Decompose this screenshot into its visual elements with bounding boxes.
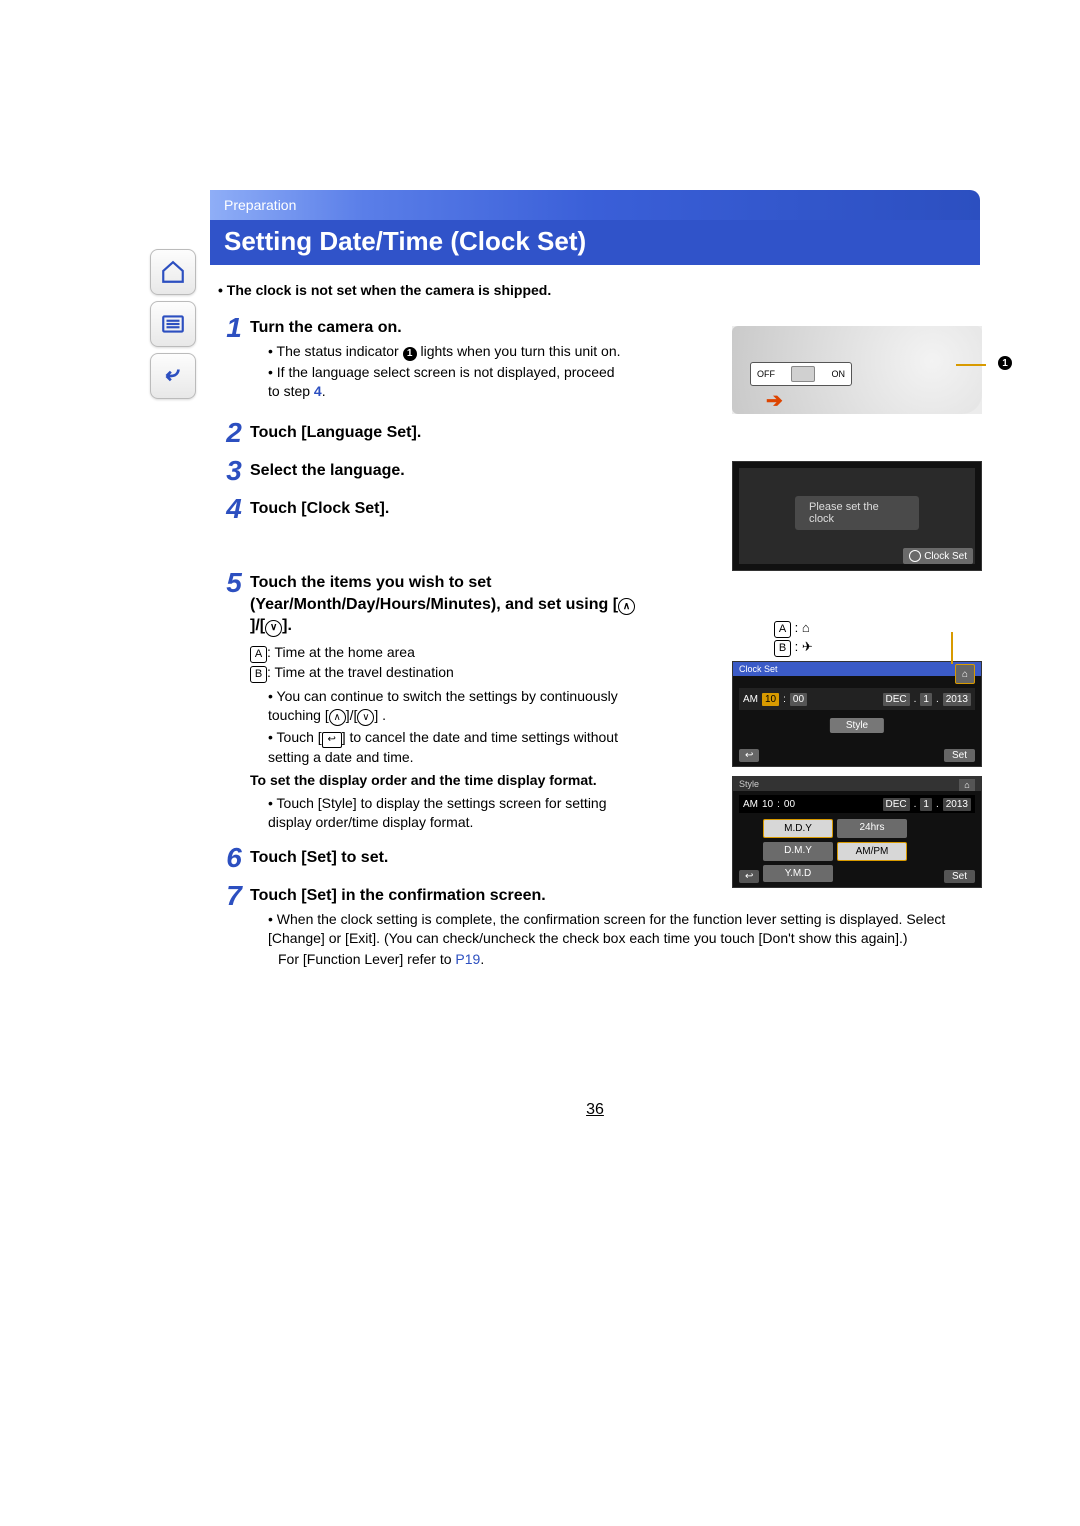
- step-bullet: • If the language select screen is not d…: [268, 363, 630, 401]
- step-number: 6: [218, 844, 250, 872]
- clock-set-button: Clock Set: [903, 548, 973, 564]
- date-row: AM 10:00 DEC. 1. 2013: [739, 688, 975, 710]
- format-option: Y.M.D: [763, 865, 833, 882]
- step-bullet: • Touch [Style] to display the settings …: [268, 794, 650, 832]
- page-link[interactable]: P19: [455, 951, 480, 967]
- step-head: Touch the items you wish to set (Year/Mo…: [250, 572, 650, 637]
- category-label: Preparation: [224, 197, 296, 213]
- status-indicator-badge: 1: [403, 347, 417, 361]
- clock-icon: [909, 550, 921, 562]
- format-option: D.M.Y: [763, 842, 833, 861]
- down-icon: ∨: [265, 620, 282, 637]
- style-button: Style: [830, 718, 884, 733]
- page-title: Setting Date/Time (Clock Set): [210, 220, 980, 265]
- plane-icon: ✈: [802, 639, 813, 654]
- step-bullet: • When the clock setting is complete, th…: [268, 910, 972, 948]
- figure-clock-set-screen: A : ⌂ B : ✈ Clock Set ⌂ AM 10:00 DEC. 1.…: [732, 617, 982, 767]
- legend-line: B: Time at the travel destination: [250, 663, 650, 683]
- sub-heading: To set the display order and the time di…: [250, 771, 650, 790]
- step-tail: For [Function Lever] refer to P19.: [268, 950, 972, 969]
- step-head: Touch [Language Set].: [250, 422, 972, 444]
- power-switch: OFF ON: [750, 362, 852, 386]
- home-area-button: ⌂: [955, 664, 975, 684]
- date-row: AM 10 : 00 DEC. 1. 2013: [739, 795, 975, 813]
- back-button: ↩: [739, 749, 759, 762]
- step-link[interactable]: 4: [314, 383, 322, 399]
- screen-title: Clock Set: [733, 662, 981, 676]
- step-number: 5: [218, 569, 250, 597]
- up-icon: ∧: [618, 598, 635, 615]
- figure-clock-prompt: Please set the clock Clock Set: [732, 461, 982, 571]
- category-bar: Preparation: [210, 190, 980, 220]
- format-option: M.D.Y: [763, 819, 833, 838]
- step-number: 3: [218, 457, 250, 485]
- figure-camera-power: OFF ON ➔ 1: [732, 326, 982, 414]
- step-number: 4: [218, 495, 250, 523]
- home-icon: ⌂: [802, 620, 810, 635]
- page-number: 36: [210, 1101, 980, 1119]
- step-bullet: • You can continue to switch the setting…: [268, 687, 650, 726]
- step-bullet: • The status indicator 1 lights when you…: [268, 342, 630, 361]
- prompt-message: Please set the clock: [795, 496, 919, 530]
- screen-title: Style: [733, 777, 981, 791]
- step-number: 7: [218, 882, 250, 910]
- step-bullet: • Touch [↩] to cancel the date and time …: [268, 728, 650, 767]
- return-icon: ↩: [322, 732, 342, 748]
- legend-line: A: Time at the home area: [250, 643, 650, 663]
- figure-style-screen: Style ⌂ AM 10 : 00 DEC. 1. 2013 M.D.Y 24…: [732, 776, 982, 888]
- format-option: AM/PM: [837, 842, 907, 861]
- nav-back-icon[interactable]: [150, 353, 196, 399]
- step-number: 2: [218, 419, 250, 447]
- back-button: ↩: [739, 870, 759, 883]
- step-head: Turn the camera on.: [250, 317, 630, 339]
- callout-badge: 1: [998, 356, 1012, 370]
- step-number: 1: [218, 314, 250, 342]
- nav-home-icon[interactable]: [150, 249, 196, 295]
- down-icon: ∨: [357, 709, 374, 726]
- up-icon: ∧: [329, 709, 346, 726]
- home-area-button: ⌂: [959, 779, 975, 791]
- set-button: Set: [944, 870, 975, 883]
- arrow-icon: ➔: [766, 388, 783, 413]
- intro-note: • The clock is not set when the camera i…: [218, 281, 972, 300]
- format-option: 24hrs: [837, 819, 907, 838]
- nav-menu-icon[interactable]: [150, 301, 196, 347]
- set-button: Set: [944, 749, 975, 762]
